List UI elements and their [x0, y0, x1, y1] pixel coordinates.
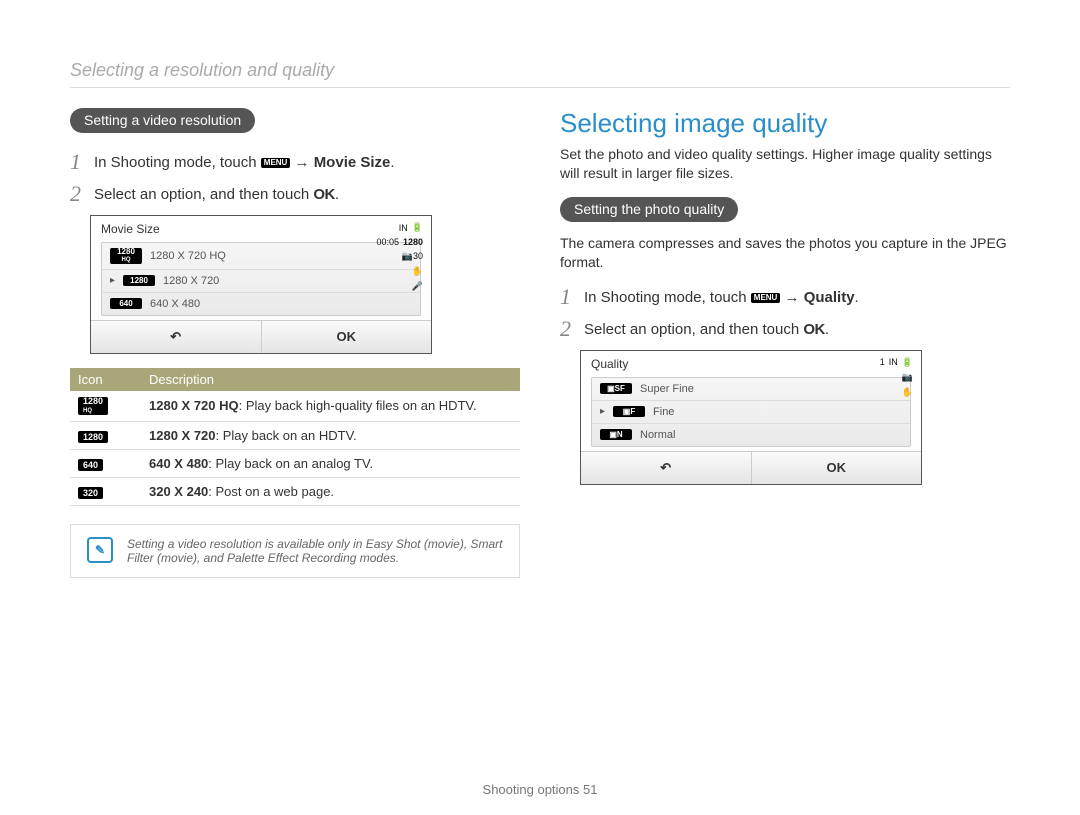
left-step-2: 2 Select an option, and then touch OK. — [70, 183, 520, 205]
row-text: : Play back on an analog TV. — [208, 456, 373, 471]
option-label: Super Fine — [640, 383, 694, 395]
screen-status-icons: IN 🔋 00:05 1280 📷30 ✋ 🎤 — [376, 222, 423, 292]
quality-label: Quality — [804, 289, 855, 306]
quality-screen: Quality 1 IN 🔋 📷 ✋ ▣SF Super Fine ▣F Fine … — [580, 350, 922, 485]
option-list[interactable]: 1280HQ1280 X 720 HQ 12801280 X 720 64064… — [101, 242, 421, 316]
row-bold: 1280 X 720 HQ — [149, 398, 239, 413]
th-desc: Description — [141, 368, 520, 391]
row-text: : Post on a web page. — [208, 484, 334, 499]
th-icon: Icon — [70, 368, 141, 391]
resolution-table: IconDescription 1280HQ1280 X 720 HQ: Pla… — [70, 368, 520, 506]
left-step-1: 1 In Shooting mode, touch MENU → Movie S… — [70, 151, 520, 173]
back-button[interactable]: ↶ — [581, 452, 752, 484]
ok-button[interactable]: OK — [752, 452, 922, 484]
step-number: 2 — [70, 183, 86, 205]
badge-icon: ▣F — [613, 406, 645, 417]
page-title: Selecting a resolution and quality — [70, 60, 1010, 88]
option-640[interactable]: 640 640 X 480 — [102, 293, 420, 315]
badge-icon: 1280 — [123, 275, 155, 286]
badge-icon: 1280HQ — [110, 248, 142, 264]
left-column: Setting a video resolution 1 In Shooting… — [70, 108, 520, 578]
option-1280[interactable]: 1280 1280 X 720 — [102, 270, 420, 293]
screen-status-icons: 1 IN 🔋 📷 ✋ — [880, 357, 913, 398]
option-label: Normal — [640, 429, 675, 441]
arrow-text: → — [290, 154, 313, 171]
pill-video-resolution: Setting a video resolution — [70, 108, 255, 133]
pill-photo-quality: Setting the photo quality — [560, 197, 738, 222]
table-row: 1280HQ 1280 X 720 HQ: Play back high-qual… — [70, 391, 520, 421]
menu-chip-icon: MENU — [261, 158, 291, 168]
note-box: ✎ Setting a video resolution is availabl… — [70, 524, 520, 578]
badge-icon: 640 — [110, 298, 142, 309]
right-step-2: 2 Select an option, and then touch OK. — [560, 318, 1010, 340]
option-1280hq[interactable]: 1280HQ 1280 X 720 HQ — [102, 243, 420, 270]
page-footer: Shooting options 51 — [0, 782, 1080, 797]
text: In Shooting mode, touch — [94, 154, 261, 171]
option-label: Fine — [653, 406, 674, 418]
screen-title: Quality — [581, 351, 921, 377]
step-number: 2 — [560, 318, 576, 340]
timer: 00:05 — [376, 237, 399, 247]
step-number: 1 — [70, 151, 86, 173]
badge-icon: ▣SF — [600, 383, 632, 394]
mode-badge: 1280 — [403, 237, 423, 247]
row-text: : Play back high-quality files on an HDT… — [239, 398, 477, 413]
battery-icon: 🔋 — [412, 222, 423, 233]
back-button[interactable]: ↶ — [91, 321, 262, 353]
ok-icon: OK — [803, 321, 825, 338]
jpeg-paragraph: The camera compresses and saves the phot… — [560, 234, 1010, 272]
row-bold: 1280 X 720 — [149, 428, 216, 443]
movie-size-screen: Movie Size IN🔋 00:05 1280 📷30 ✋ 🎤 1280HQ… — [90, 215, 432, 354]
camera-icon: 📷 — [902, 372, 913, 383]
text: Select an option, and then touch — [94, 186, 313, 203]
row-icon: 640 — [78, 459, 103, 471]
option-normal[interactable]: ▣N Normal — [592, 424, 910, 446]
option-label: 640 X 480 — [150, 298, 200, 310]
option-label: 1280 X 720 HQ — [150, 250, 226, 262]
table-row: 640 640 X 480: Play back on an analog TV. — [70, 449, 520, 477]
page-number: 51 — [583, 782, 597, 797]
mic-icon: 🎤 — [412, 281, 423, 292]
memory-icon: IN — [889, 357, 898, 367]
note-text: Setting a video resolution is available … — [127, 537, 503, 565]
counter: 1 — [880, 357, 885, 367]
text: . — [390, 154, 394, 171]
row-bold: 640 X 480 — [149, 456, 208, 471]
right-column: Selecting image quality Set the photo an… — [560, 108, 1010, 578]
battery-icon: 🔋 — [902, 357, 913, 368]
right-step-1: 1 In Shooting mode, touch MENU → Quality… — [560, 286, 1010, 308]
text: . — [855, 289, 859, 306]
ok-button[interactable]: OK — [262, 321, 432, 353]
arrow-text: → — [780, 289, 803, 306]
row-icon: 1280HQ — [78, 397, 108, 415]
table-row: 1280 1280 X 720: Play back on an HDTV. — [70, 421, 520, 449]
intro-paragraph: Set the photo and video quality settings… — [560, 145, 1010, 183]
fps-icon: 📷30 — [402, 251, 423, 262]
section-heading: Selecting image quality — [560, 108, 1010, 139]
row-icon: 320 — [78, 487, 103, 499]
table-row: 320 320 X 240: Post on a web page. — [70, 477, 520, 505]
text: . — [335, 186, 339, 203]
note-icon: ✎ — [87, 537, 113, 563]
stabilizer-icon: ✋ — [902, 387, 913, 398]
menu-chip-icon: MENU — [751, 293, 781, 303]
text: Select an option, and then touch — [584, 321, 803, 338]
movie-size-label: Movie Size — [314, 154, 391, 171]
text: In Shooting mode, touch — [584, 289, 751, 306]
option-label: 1280 X 720 — [163, 275, 219, 287]
row-bold: 320 X 240 — [149, 484, 208, 499]
badge-icon: ▣N — [600, 429, 632, 440]
step-number: 1 — [560, 286, 576, 308]
footer-section: Shooting options — [483, 782, 583, 797]
stabilizer-icon: ✋ — [412, 266, 423, 277]
option-superfine[interactable]: ▣SF Super Fine — [592, 378, 910, 401]
text: . — [825, 321, 829, 338]
memory-icon: IN — [399, 223, 408, 233]
ok-icon: OK — [313, 186, 335, 203]
option-list[interactable]: ▣SF Super Fine ▣F Fine ▣N Normal — [591, 377, 911, 447]
row-icon: 1280 — [78, 431, 108, 443]
row-text: : Play back on an HDTV. — [216, 428, 357, 443]
option-fine[interactable]: ▣F Fine — [592, 401, 910, 424]
